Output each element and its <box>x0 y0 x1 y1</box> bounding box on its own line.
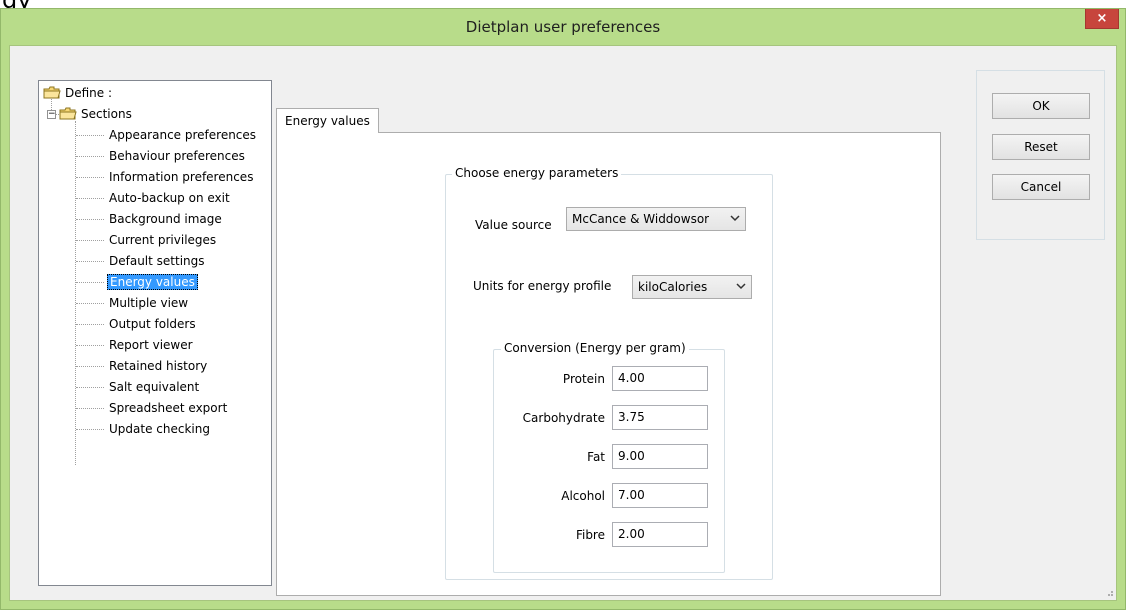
conversion-input[interactable]: 3.75 <box>612 405 708 430</box>
tree-item-label: Output folders <box>109 317 196 331</box>
tree-item-label: Update checking <box>109 422 210 436</box>
tree-item[interactable]: Background image <box>107 209 224 229</box>
chevron-down-icon <box>736 279 746 296</box>
window-title: Dietplan user preferences <box>465 18 661 36</box>
tree-item-label: Salt equivalent <box>109 380 200 394</box>
close-button[interactable]: × <box>1085 9 1119 29</box>
units-value: kiloCalories <box>638 280 708 294</box>
conversion-input[interactable]: 7.00 <box>612 483 708 508</box>
tree-item[interactable]: Default settings <box>107 251 207 271</box>
tab-energy-values[interactable]: Energy values <box>276 108 379 133</box>
folder-icon <box>43 86 61 99</box>
tree-item-label: Information preferences <box>109 170 254 184</box>
tree-item-label: Behaviour preferences <box>109 149 245 163</box>
conversion-input[interactable]: 2.00 <box>612 522 708 547</box>
tree-item[interactable]: Report viewer <box>107 335 195 355</box>
tree-item-label: Default settings <box>109 254 205 268</box>
conversion-input[interactable]: 9.00 <box>612 444 708 469</box>
tree-item-label: Energy values <box>107 274 198 290</box>
tree-item-label: Spreadsheet export <box>109 401 228 415</box>
tree-item-label: Report viewer <box>109 338 193 352</box>
tree-item[interactable]: Auto-backup on exit <box>107 188 232 208</box>
tree-root[interactable]: Define : <box>43 83 114 103</box>
units-select[interactable]: kiloCalories <box>632 275 752 299</box>
conversion-label: Protein <box>562 372 605 386</box>
tree-sections-label: Sections <box>81 107 132 121</box>
tree-item[interactable]: Current privileges <box>107 230 218 250</box>
chevron-down-icon <box>730 211 740 228</box>
tree-item[interactable]: Spreadsheet export <box>107 398 229 418</box>
action-buttons-panel: OK Reset Cancel <box>976 70 1105 240</box>
tree-item-sections[interactable]: Sections <box>59 104 134 124</box>
tab-control: Energy values Choose energy parameters V… <box>276 108 941 598</box>
tree-item[interactable]: Information preferences <box>107 167 255 187</box>
units-label: Units for energy profile <box>473 279 612 293</box>
tree-item[interactable]: Appearance preferences <box>107 125 258 145</box>
preferences-dialog: Dietplan user preferences × Define : − S… <box>0 8 1126 610</box>
collapse-toggle[interactable]: − <box>47 110 56 119</box>
tree-item-label: Retained history <box>109 359 208 373</box>
tree-item-label: Appearance preferences <box>109 128 257 142</box>
dialog-client-area: Define : − Sections Appearance preferenc… <box>9 45 1117 601</box>
tree-item-label: Background image <box>109 212 222 226</box>
tree-item[interactable]: Salt equivalent <box>107 377 201 397</box>
tree-item[interactable]: Retained history <box>107 356 209 376</box>
conversion-title: Conversion (Energy per gram) <box>501 341 689 355</box>
tree-item-label: Auto-backup on exit <box>109 191 230 205</box>
conversion-label: Alcohol <box>561 489 605 503</box>
conversion-label: Fibre <box>575 528 605 542</box>
value-source-label: Value source <box>475 218 552 232</box>
folder-icon <box>59 107 77 120</box>
tree-item[interactable]: Update checking <box>107 419 212 439</box>
value-source-value: McCance & Widdowsor <box>572 212 710 226</box>
ok-button[interactable]: OK <box>992 93 1090 119</box>
resize-grip[interactable] <box>1104 587 1114 598</box>
value-source-select[interactable]: McCance & Widdowsor <box>566 207 746 231</box>
tree-item-label: Current privileges <box>109 233 217 247</box>
tree-root-label: Define : <box>65 86 113 100</box>
tree-item[interactable]: Behaviour preferences <box>107 146 247 166</box>
conversion-label: Carbohydrate <box>522 411 605 425</box>
cancel-button[interactable]: Cancel <box>992 174 1090 200</box>
title-bar[interactable]: Dietplan user preferences × <box>1 9 1125 45</box>
tab-page-energy-values: Choose energy parameters Value source Mc… <box>276 132 941 596</box>
energy-parameters-title: Choose energy parameters <box>452 166 622 180</box>
conversion-label: Fat <box>587 450 605 464</box>
tree-item-label: Multiple view <box>109 296 189 310</box>
reset-button[interactable]: Reset <box>992 134 1090 160</box>
tree-item[interactable]: Energy values <box>107 272 198 292</box>
tree-item[interactable]: Output folders <box>107 314 198 334</box>
tree-item[interactable]: Multiple view <box>107 293 190 313</box>
conversion-input[interactable]: 4.00 <box>612 366 708 391</box>
sections-tree[interactable]: Define : − Sections Appearance preferenc… <box>38 80 272 586</box>
